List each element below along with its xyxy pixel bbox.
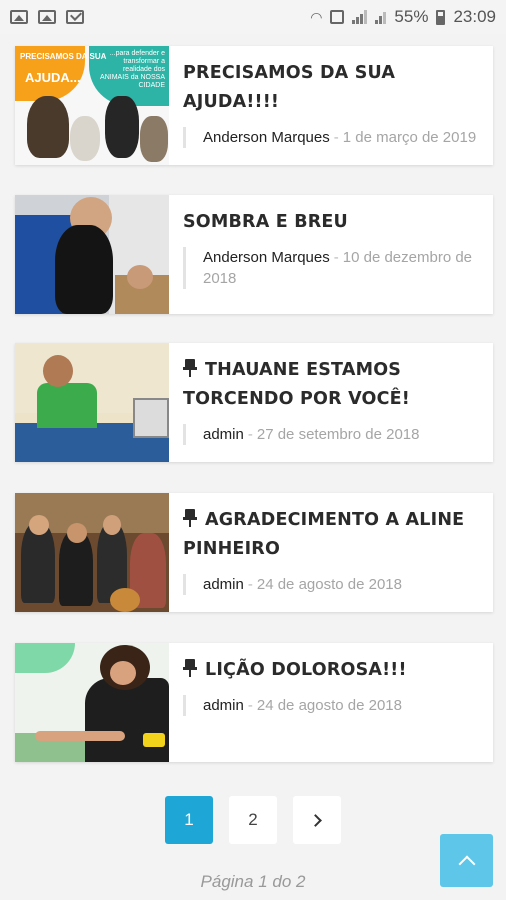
pin-icon [183,659,197,677]
post-author[interactable]: admin [203,576,244,593]
post-thumbnail[interactable] [15,643,169,762]
post-meta: Anderson Marques -10 de dezembro de 2018 [183,247,479,289]
post-date[interactable]: 1 de março de 2019 [343,129,476,146]
post-meta: admin -24 de agosto de 2018 [183,574,479,595]
post-date[interactable]: 24 de agosto de 2018 [257,576,402,593]
post-title-text[interactable]: LIÇÃO DOLOROSA!!! [205,660,407,680]
pagination: 1 2 [0,796,506,844]
next-page-button[interactable] [293,796,341,844]
signal-2-icon [375,10,387,24]
post-card[interactable]: THAUANE ESTAMOS TORCENDO POR VOCÊ! admin… [15,343,493,462]
signal-icon [352,10,368,24]
image-notification-icon [10,10,28,24]
battery-percent: 55% [394,7,429,26]
post-thumbnail[interactable] [15,195,169,314]
post-title[interactable]: SOMBRA E BREU [183,208,479,237]
post-card[interactable]: AGRADECIMENTO A ALINE PINHEIRO admin -24 … [15,493,493,612]
post-title[interactable]: THAUANE ESTAMOS TORCENDO POR VOCÊ! [183,356,479,414]
meta-separator: - [333,129,339,146]
post-title-text[interactable]: PRECISAMOS DA SUA AJUDA!!!! [183,63,395,112]
chevron-right-icon [309,813,322,827]
page-1-button[interactable]: 1 [165,796,213,844]
post-author[interactable]: Anderson Marques [203,129,330,146]
post-title-text[interactable]: THAUANE ESTAMOS TORCENDO POR VOCÊ! [183,360,410,409]
pin-icon [183,359,197,377]
wifi-icon: ◠ [310,8,323,25]
post-card[interactable]: LIÇÃO DOLOROSA!!! admin -24 de agosto de … [15,643,493,762]
mail-notification-icon [66,10,84,24]
pin-icon [183,509,197,527]
post-meta: admin -27 de setembro de 2018 [183,424,479,445]
post-thumbnail[interactable] [15,493,169,612]
clock: 23:09 [453,7,496,26]
status-bar: ◠ 55% 23:09 [0,0,506,34]
post-meta: Anderson Marques -1 de março de 2019 [183,127,479,148]
post-card[interactable]: SOMBRA E BREU Anderson Marques -10 de dez… [15,195,493,314]
battery-icon [436,9,446,25]
post-title-text[interactable]: AGRADECIMENTO A ALINE PINHEIRO [183,510,464,559]
page-info: Página 1 do 2 [200,872,306,891]
post-date[interactable]: 27 de setembro de 2018 [257,426,420,443]
post-title-text[interactable]: SOMBRA E BREU [183,212,348,232]
post-title[interactable]: PRECISAMOS DA SUA AJUDA!!!! [183,59,479,117]
post-title[interactable]: LIÇÃO DOLOROSA!!! [183,656,479,685]
meta-separator: - [247,576,253,593]
post-author[interactable]: Anderson Marques [203,249,330,266]
post-meta: admin -24 de agosto de 2018 [183,695,479,716]
post-card[interactable]: PRECISAMOS DA SUA AJUDA... ...para defen… [15,46,493,165]
chevron-up-icon [458,855,475,872]
meta-separator: - [333,249,339,266]
thumb-text: PRECISAMOS DA SUA [20,52,107,61]
post-date[interactable]: 24 de agosto de 2018 [257,697,402,714]
back-to-top-button[interactable] [440,834,493,887]
page-2-button[interactable]: 2 [229,796,277,844]
thumb-text: ...para defender e transformar a realida… [100,50,165,89]
gallery-notification-icon [38,10,56,24]
post-author[interactable]: admin [203,426,244,443]
meta-separator: - [247,697,253,714]
post-thumbnail[interactable]: PRECISAMOS DA SUA AJUDA... ...para defen… [15,46,169,165]
post-title[interactable]: AGRADECIMENTO A ALINE PINHEIRO [183,506,479,564]
meta-separator: - [247,426,253,443]
nfc-icon [330,10,345,24]
thumb-text: AJUDA... [25,70,81,85]
post-thumbnail[interactable] [15,343,169,462]
post-author[interactable]: admin [203,697,244,714]
